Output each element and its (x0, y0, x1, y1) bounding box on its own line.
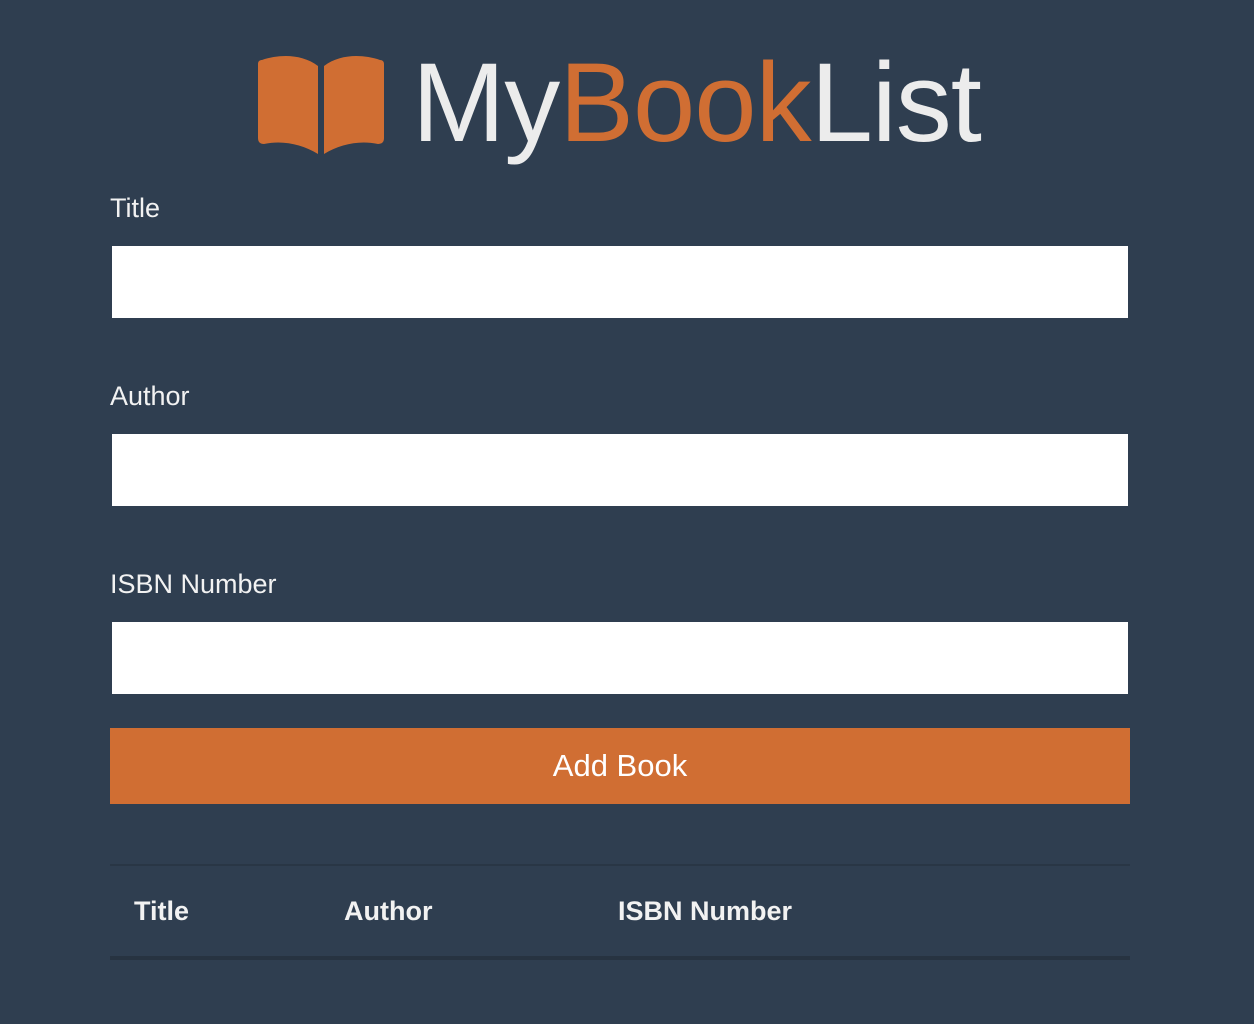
author-label: Author (110, 381, 190, 411)
author-field-group: Author (110, 378, 1130, 506)
author-input[interactable] (112, 434, 1128, 506)
column-header-isbn: ISBN Number (618, 895, 793, 926)
title-field-group: Title (110, 190, 1130, 318)
isbn-field-group: ISBN Number (110, 566, 1130, 694)
app-logo: MyBookList (256, 40, 982, 166)
logo-text-book: Book (559, 40, 811, 165)
open-book-icon (258, 56, 384, 154)
logo-text-list: List (810, 40, 982, 165)
app-title: MyBookList (412, 47, 982, 159)
add-book-form: Title Author ISBN Number Add Book (110, 190, 1130, 804)
table-header-row: Title Author ISBN Number (110, 865, 1130, 958)
title-label: Title (110, 193, 161, 223)
isbn-label: ISBN Number (110, 569, 277, 599)
isbn-input[interactable] (112, 622, 1128, 694)
add-book-button[interactable]: Add Book (110, 728, 1130, 804)
column-header-author: Author (344, 895, 433, 926)
title-input[interactable] (112, 246, 1128, 318)
table-header: Title Author ISBN Number (110, 865, 1130, 958)
logo-text-my: My (412, 40, 560, 165)
book-list-table: Title Author ISBN Number (110, 864, 1130, 960)
column-header-title: Title (134, 895, 190, 926)
